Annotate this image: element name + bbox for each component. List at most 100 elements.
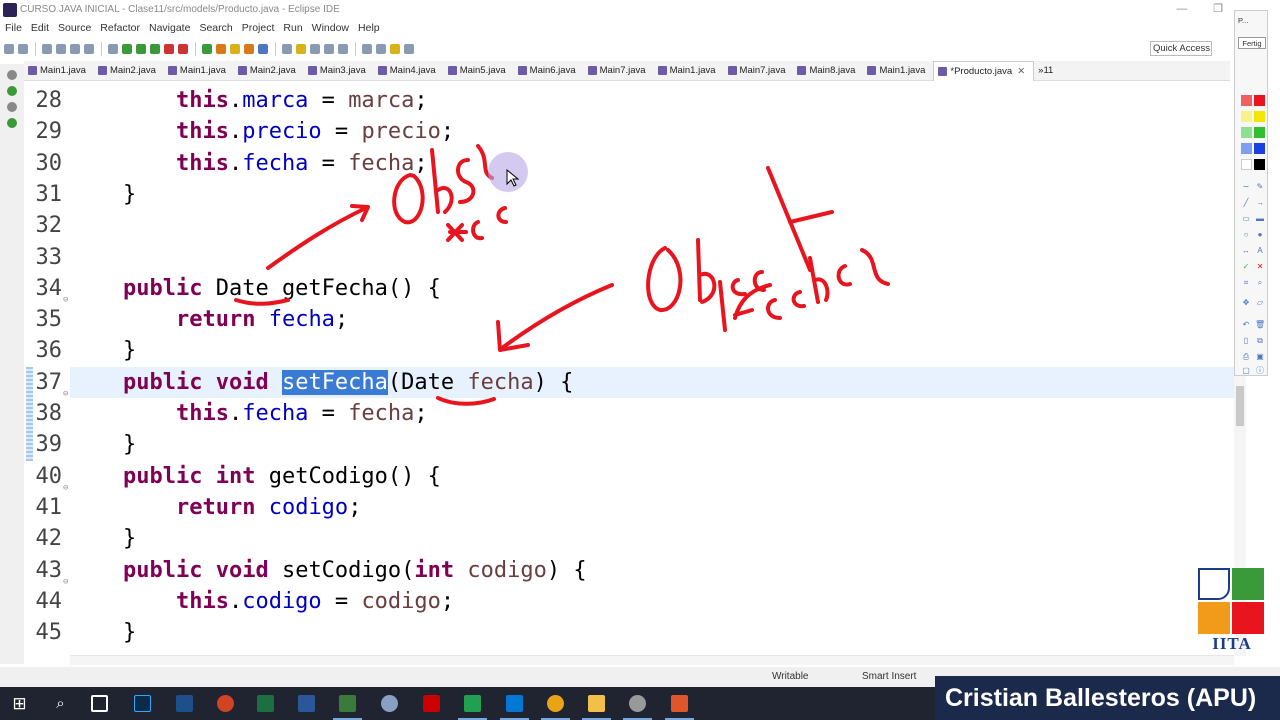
green-swatch[interactable] <box>1254 127 1265 138</box>
green-light-swatch[interactable] <box>1241 127 1252 138</box>
blue-light-swatch[interactable] <box>1241 143 1252 154</box>
word-icon[interactable] <box>298 695 315 712</box>
minimize-button[interactable]: — <box>1168 0 1196 19</box>
editor-tab[interactable]: Main5.java <box>444 61 514 81</box>
restore-view-icon[interactable] <box>7 70 17 80</box>
photoshop-icon[interactable] <box>134 695 151 712</box>
show-whitespace-icon[interactable] <box>324 44 334 54</box>
vscode-icon[interactable] <box>500 695 529 720</box>
code-line[interactable]: 40 ⊖ public int getCodigo() { <box>24 461 1234 493</box>
open-folder-icon[interactable] <box>244 44 254 54</box>
yellow-light-swatch[interactable] <box>1241 111 1252 122</box>
menu-run[interactable]: Run <box>283 22 302 34</box>
windows-start-icon[interactable]: ⊞ <box>11 695 28 712</box>
paint-icon[interactable] <box>381 695 398 712</box>
fertig-button[interactable]: Fertig <box>1238 37 1266 49</box>
menu-search[interactable]: Search <box>199 22 232 34</box>
code-line[interactable]: 33 <box>24 242 1234 273</box>
menu-navigate[interactable]: Navigate <box>149 22 190 34</box>
menu-refactor[interactable]: Refactor <box>100 22 140 34</box>
code-line[interactable]: 28 this.marca = marca; <box>24 85 1234 116</box>
new-java-project-icon[interactable] <box>202 44 212 54</box>
text-tool-icon[interactable]: A <box>1255 247 1265 255</box>
editor-tab[interactable]: Main6.java <box>514 61 584 81</box>
undo-icon[interactable]: ↶ <box>1241 321 1251 329</box>
paragraph-icon[interactable] <box>338 44 348 54</box>
code-line[interactable]: 29 this.precio = precio; <box>24 116 1234 147</box>
print-icon[interactable] <box>70 44 80 54</box>
menu-project[interactable]: Project <box>242 22 275 34</box>
settings-gear-icon[interactable] <box>623 695 652 720</box>
black-swatch[interactable] <box>1254 159 1265 170</box>
editor-tab[interactable]: Main4.java <box>374 61 444 81</box>
block-selection-icon[interactable] <box>310 44 320 54</box>
code-line[interactable]: 32 <box>24 210 1234 241</box>
search-icon[interactable] <box>258 44 268 54</box>
acrobat-icon[interactable] <box>423 695 440 712</box>
white-swatch[interactable] <box>1241 159 1252 170</box>
rectangle-tool-icon[interactable]: ▭ <box>1241 215 1251 223</box>
editor-tab[interactable]: Main1.java <box>164 61 234 81</box>
editor-tab-active[interactable]: *Producto.java ✕ <box>933 60 1035 81</box>
horizontal-scrollbar[interactable] <box>70 655 1234 665</box>
code-editor[interactable]: 28 this.marca = marca; 29 this.precio = p… <box>24 81 1234 655</box>
info-icon[interactable]: ⓘ <box>1255 367 1265 375</box>
powerpoint-icon[interactable] <box>217 695 234 712</box>
external-tools-icon[interactable] <box>150 44 160 54</box>
terminal-icon[interactable] <box>84 44 94 54</box>
excel-icon[interactable] <box>257 695 274 712</box>
profile-icon[interactable] <box>178 44 188 54</box>
recorder-icon[interactable] <box>665 695 694 720</box>
outline-icon[interactable] <box>7 86 17 96</box>
package-explorer-icon[interactable] <box>7 102 17 112</box>
filled-rectangle-icon[interactable]: ▬ <box>1255 215 1265 223</box>
forward-icon[interactable] <box>404 44 414 54</box>
scrollbar-thumb[interactable] <box>1236 386 1244 426</box>
save-all-icon[interactable] <box>56 44 66 54</box>
copy-icon[interactable]: ⧉ <box>1255 337 1265 345</box>
print-icon[interactable]: ⎙ <box>1241 353 1251 361</box>
menu-source[interactable]: Source <box>58 22 91 34</box>
toggle-mark-occurrences-icon[interactable] <box>282 44 292 54</box>
search-icon[interactable]: ⌕ <box>52 695 69 712</box>
code-line[interactable]: 36 } <box>24 335 1234 366</box>
menu-edit[interactable]: Edit <box>31 22 49 34</box>
code-line[interactable]: 30 this.fecha = fecha; <box>24 148 1234 179</box>
line-tool-icon[interactable]: ╱ <box>1241 199 1251 207</box>
editor-tab[interactable]: Main7.java <box>724 61 794 81</box>
new-icon[interactable] <box>4 44 14 54</box>
code-line[interactable]: 43 ⊖ public void setCodigo(int codigo) { <box>24 555 1234 587</box>
new-class-icon[interactable] <box>230 44 240 54</box>
stop-icon[interactable] <box>164 44 174 54</box>
debug-icon[interactable] <box>108 44 118 54</box>
code-line[interactable]: 38 this.fecha = fecha; <box>24 398 1234 429</box>
editor-tab[interactable]: Main8.java <box>793 61 863 81</box>
code-line[interactable]: 44 this.codigo = codigo; <box>24 586 1234 617</box>
yellow-swatch[interactable] <box>1254 111 1265 122</box>
chrome-icon[interactable] <box>541 695 570 720</box>
snipping-tool-icon[interactable] <box>176 695 193 712</box>
code-line[interactable]: 42 } <box>24 523 1234 554</box>
ellipse-tool-icon[interactable]: ○ <box>1241 231 1251 239</box>
editor-tab[interactable]: Main3.java <box>304 61 374 81</box>
move-icon[interactable]: ✥ <box>1241 299 1251 307</box>
previous-annotation-icon[interactable] <box>376 44 386 54</box>
file-explorer-icon[interactable] <box>582 695 611 720</box>
code-line[interactable]: 31 } <box>24 179 1234 210</box>
tabs-overflow-button[interactable]: »11 <box>1034 61 1061 81</box>
check-icon[interactable]: ✓ <box>1241 263 1251 271</box>
arrow-tool-icon[interactable]: → <box>1255 199 1265 207</box>
code-line[interactable]: 41 return codigo; <box>24 492 1234 523</box>
zoom-icon[interactable]: ⌕ <box>1255 279 1265 287</box>
task-view-icon[interactable] <box>91 695 108 712</box>
coverage-icon[interactable] <box>136 44 146 54</box>
filled-ellipse-icon[interactable]: ● <box>1255 231 1265 239</box>
blue-swatch[interactable] <box>1254 143 1265 154</box>
highlight-icon[interactable] <box>296 44 306 54</box>
code-line[interactable]: 37 ⊖ public void setFecha(Date fecha) { <box>24 367 1234 399</box>
eraser-icon[interactable]: ▱ <box>1255 299 1265 307</box>
editor-tab[interactable]: Main1.java <box>654 61 724 81</box>
back-icon[interactable] <box>390 44 400 54</box>
red-light-swatch[interactable] <box>1241 95 1252 106</box>
editor-tab[interactable]: Main1.java <box>24 61 94 81</box>
